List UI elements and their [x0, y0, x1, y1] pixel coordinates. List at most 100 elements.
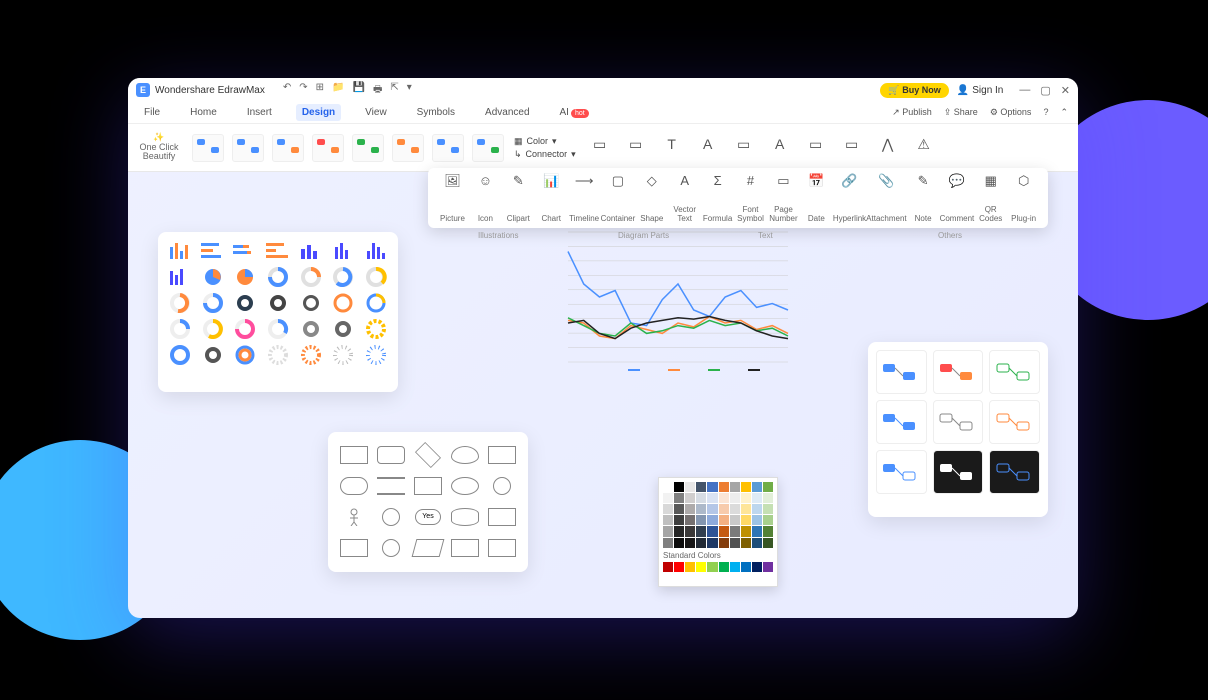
plugin-button[interactable]: ⬡Plug-in — [1007, 173, 1040, 223]
shape-diamond[interactable] — [415, 442, 441, 468]
color-swatch[interactable] — [696, 538, 706, 548]
tab-advanced[interactable]: Advanced — [479, 104, 535, 121]
flow-style-6[interactable] — [392, 134, 424, 162]
container-button[interactable]: ▢Container — [601, 173, 636, 223]
color-swatch[interactable] — [696, 562, 706, 572]
color-swatch[interactable] — [752, 526, 762, 536]
color-swatch[interactable] — [741, 538, 751, 548]
comment-button[interactable]: 💬Comment — [940, 173, 975, 223]
tab-insert[interactable]: Insert — [241, 104, 278, 121]
color-dropdown[interactable]: ▦ Color ▾ — [514, 136, 576, 147]
mini-donut[interactable] — [168, 319, 192, 339]
shape-rect[interactable] — [340, 446, 368, 464]
mini-donut[interactable] — [266, 345, 290, 365]
color-swatch[interactable] — [663, 562, 673, 572]
export-icon[interactable]: ⇱ — [390, 82, 398, 99]
mini-donut[interactable] — [201, 293, 225, 313]
tab-design[interactable]: Design — [296, 104, 341, 121]
mini-pie[interactable] — [201, 267, 225, 287]
mini-chart[interactable] — [168, 241, 192, 261]
hyperlink-button[interactable]: 🔗Hyperlink — [833, 173, 866, 223]
color-swatch[interactable] — [674, 538, 684, 548]
picture-button[interactable]: 🖼Picture — [436, 173, 469, 223]
mini-pie[interactable] — [233, 267, 257, 287]
color-swatch[interactable] — [752, 538, 762, 548]
color-swatch[interactable] — [674, 526, 684, 536]
mini-donut[interactable] — [233, 345, 257, 365]
mini-donut[interactable] — [364, 293, 388, 313]
vector-text-button[interactable]: AVector Text — [668, 173, 701, 223]
color-swatch[interactable] — [685, 538, 695, 548]
mini-donut[interactable] — [168, 345, 192, 365]
color-swatch[interactable] — [696, 515, 706, 525]
theme-item-dark[interactable] — [989, 450, 1040, 494]
mini-chart[interactable] — [364, 241, 388, 261]
color-swatch[interactable] — [763, 538, 773, 548]
page4-icon[interactable]: ▭ — [804, 136, 828, 160]
one-click-beautify-button[interactable]: ✨One Click Beautify — [134, 133, 184, 163]
mini-donut[interactable] — [266, 319, 290, 339]
shape-roundrect[interactable] — [377, 446, 405, 464]
color-swatch[interactable] — [707, 515, 717, 525]
mini-donut[interactable] — [299, 267, 323, 287]
mini-donut[interactable] — [364, 319, 388, 339]
minimize-icon[interactable]: — — [1019, 84, 1030, 97]
color-swatch[interactable] — [741, 526, 751, 536]
color-swatch[interactable] — [763, 562, 773, 572]
help-icon[interactable]: ? — [1043, 107, 1048, 118]
theme-item[interactable] — [876, 400, 927, 444]
color-swatch[interactable] — [696, 504, 706, 514]
tab-home[interactable]: Home — [184, 104, 223, 121]
mini-donut[interactable] — [233, 293, 257, 313]
color-swatch[interactable] — [741, 493, 751, 503]
sign-in-button[interactable]: 👤 Sign In — [957, 85, 1004, 96]
color-swatch[interactable] — [719, 515, 729, 525]
color-swatch[interactable] — [685, 482, 695, 492]
color-swatch[interactable] — [674, 562, 684, 572]
color-swatch[interactable] — [719, 526, 729, 536]
color-swatch[interactable] — [663, 515, 673, 525]
theme-item[interactable] — [933, 400, 984, 444]
color-swatch[interactable] — [674, 482, 684, 492]
page-number-button[interactable]: ▭Page Number — [767, 173, 800, 223]
color-swatch[interactable] — [685, 515, 695, 525]
color-swatch[interactable] — [730, 515, 740, 525]
flow-style-4[interactable] — [312, 134, 344, 162]
mini-chart[interactable] — [233, 241, 257, 261]
shape-rect6[interactable] — [488, 539, 516, 557]
shape-rect2[interactable] — [488, 446, 516, 464]
undo-icon[interactable]: ↶ — [283, 82, 291, 99]
color-swatch[interactable] — [663, 504, 673, 514]
shape-yes[interactable]: Yes — [415, 509, 441, 525]
color-swatch[interactable] — [752, 482, 762, 492]
shape-pill[interactable] — [340, 477, 368, 495]
connector-dropdown[interactable]: ↳ Connector ▾ — [514, 149, 576, 160]
color-swatch[interactable] — [685, 493, 695, 503]
theme-item[interactable] — [933, 350, 984, 394]
mini-chart[interactable] — [201, 241, 225, 261]
page-icon[interactable]: ▭ — [588, 136, 612, 160]
color-swatch[interactable] — [719, 504, 729, 514]
save-icon[interactable]: 💾 — [353, 82, 365, 99]
shape-rect4[interactable] — [340, 539, 368, 557]
tab-file[interactable]: File — [138, 104, 166, 121]
collapse-ribbon-icon[interactable]: ⌃ — [1060, 107, 1068, 118]
color-swatch[interactable] — [752, 493, 762, 503]
theme-item[interactable] — [989, 350, 1040, 394]
mini-donut[interactable] — [233, 319, 257, 339]
attachment-button[interactable]: 📎Attachment — [866, 173, 906, 223]
mini-donut[interactable] — [331, 293, 355, 313]
mini-chart[interactable] — [299, 241, 323, 261]
shape-circle[interactable] — [493, 477, 511, 495]
shape-ellipse[interactable] — [451, 477, 479, 495]
color-swatch[interactable] — [763, 493, 773, 503]
mini-donut[interactable] — [266, 267, 290, 287]
page2-icon[interactable]: ▭ — [624, 136, 648, 160]
font2-icon[interactable]: A — [768, 136, 792, 160]
qr-codes-button[interactable]: ▦QR Codes — [974, 173, 1007, 223]
canvas[interactable]: Yes Standard Colors — [128, 172, 1078, 618]
color-swatch[interactable] — [752, 562, 762, 572]
flow-style-7[interactable] — [432, 134, 464, 162]
clipart-button[interactable]: ✎Clipart — [502, 173, 535, 223]
maximize-icon[interactable]: ▢ — [1040, 84, 1050, 97]
